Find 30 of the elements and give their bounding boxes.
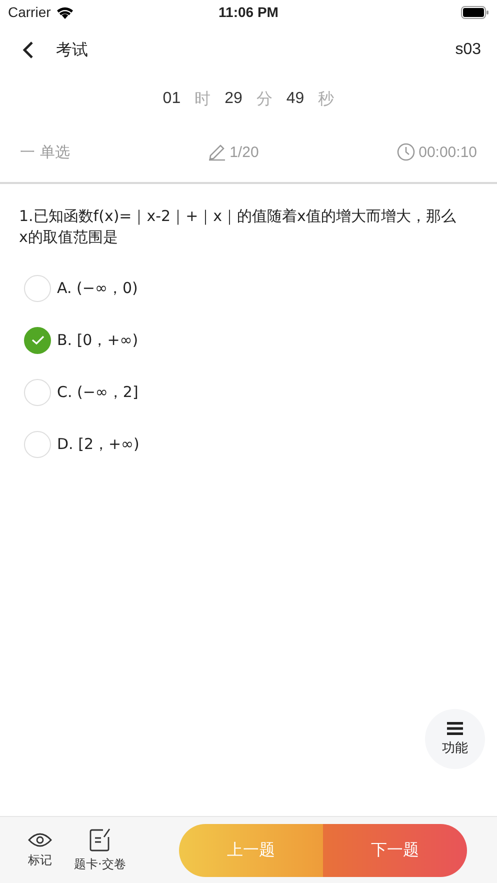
- answer-card-button[interactable]: 题卡·交卷: [68, 828, 132, 872]
- pencil-icon: [208, 143, 226, 161]
- clock-icon: [396, 143, 415, 161]
- check-icon: [30, 335, 44, 345]
- option-label[interactable]: C. (−∞，2]: [57, 382, 138, 402]
- question-text: 1.已知函数f(x)=｜x-2｜+｜x｜的值随着x值的增大而增大，那么x的取值范围是: [19, 206, 457, 248]
- countdown-unit: 时: [194, 88, 211, 110]
- countdown-unit: 分: [256, 88, 272, 110]
- countdown-value: 49: [286, 90, 304, 108]
- option-radio[interactable]: [24, 326, 51, 354]
- edit-note-icon: [88, 828, 111, 852]
- elapsed-time: 00:00:10: [418, 144, 477, 160]
- option-label[interactable]: A. (−∞，0): [57, 278, 138, 298]
- option-label[interactable]: B. [0，+∞): [57, 330, 138, 350]
- exam-code: s03: [455, 41, 481, 59]
- countdown-unit: 秒: [318, 88, 334, 110]
- question-type: 一 单选: [20, 142, 70, 162]
- back-icon[interactable]: [22, 41, 34, 59]
- countdown-value: 01: [162, 90, 181, 108]
- carrier-label: Carrier: [8, 4, 51, 20]
- countdown-value: 29: [224, 90, 242, 108]
- eye-icon: [28, 832, 52, 848]
- page-title: 考试: [56, 40, 89, 60]
- mark-button[interactable]: 标记: [22, 832, 58, 868]
- function-button[interactable]: 功能: [425, 709, 485, 769]
- battery-icon: [461, 6, 489, 18]
- wifi-icon: [56, 6, 74, 18]
- option-label[interactable]: D. [2，+∞): [57, 434, 140, 454]
- clock-time: 11:06 PM: [218, 4, 278, 20]
- menu-icon: [447, 722, 463, 734]
